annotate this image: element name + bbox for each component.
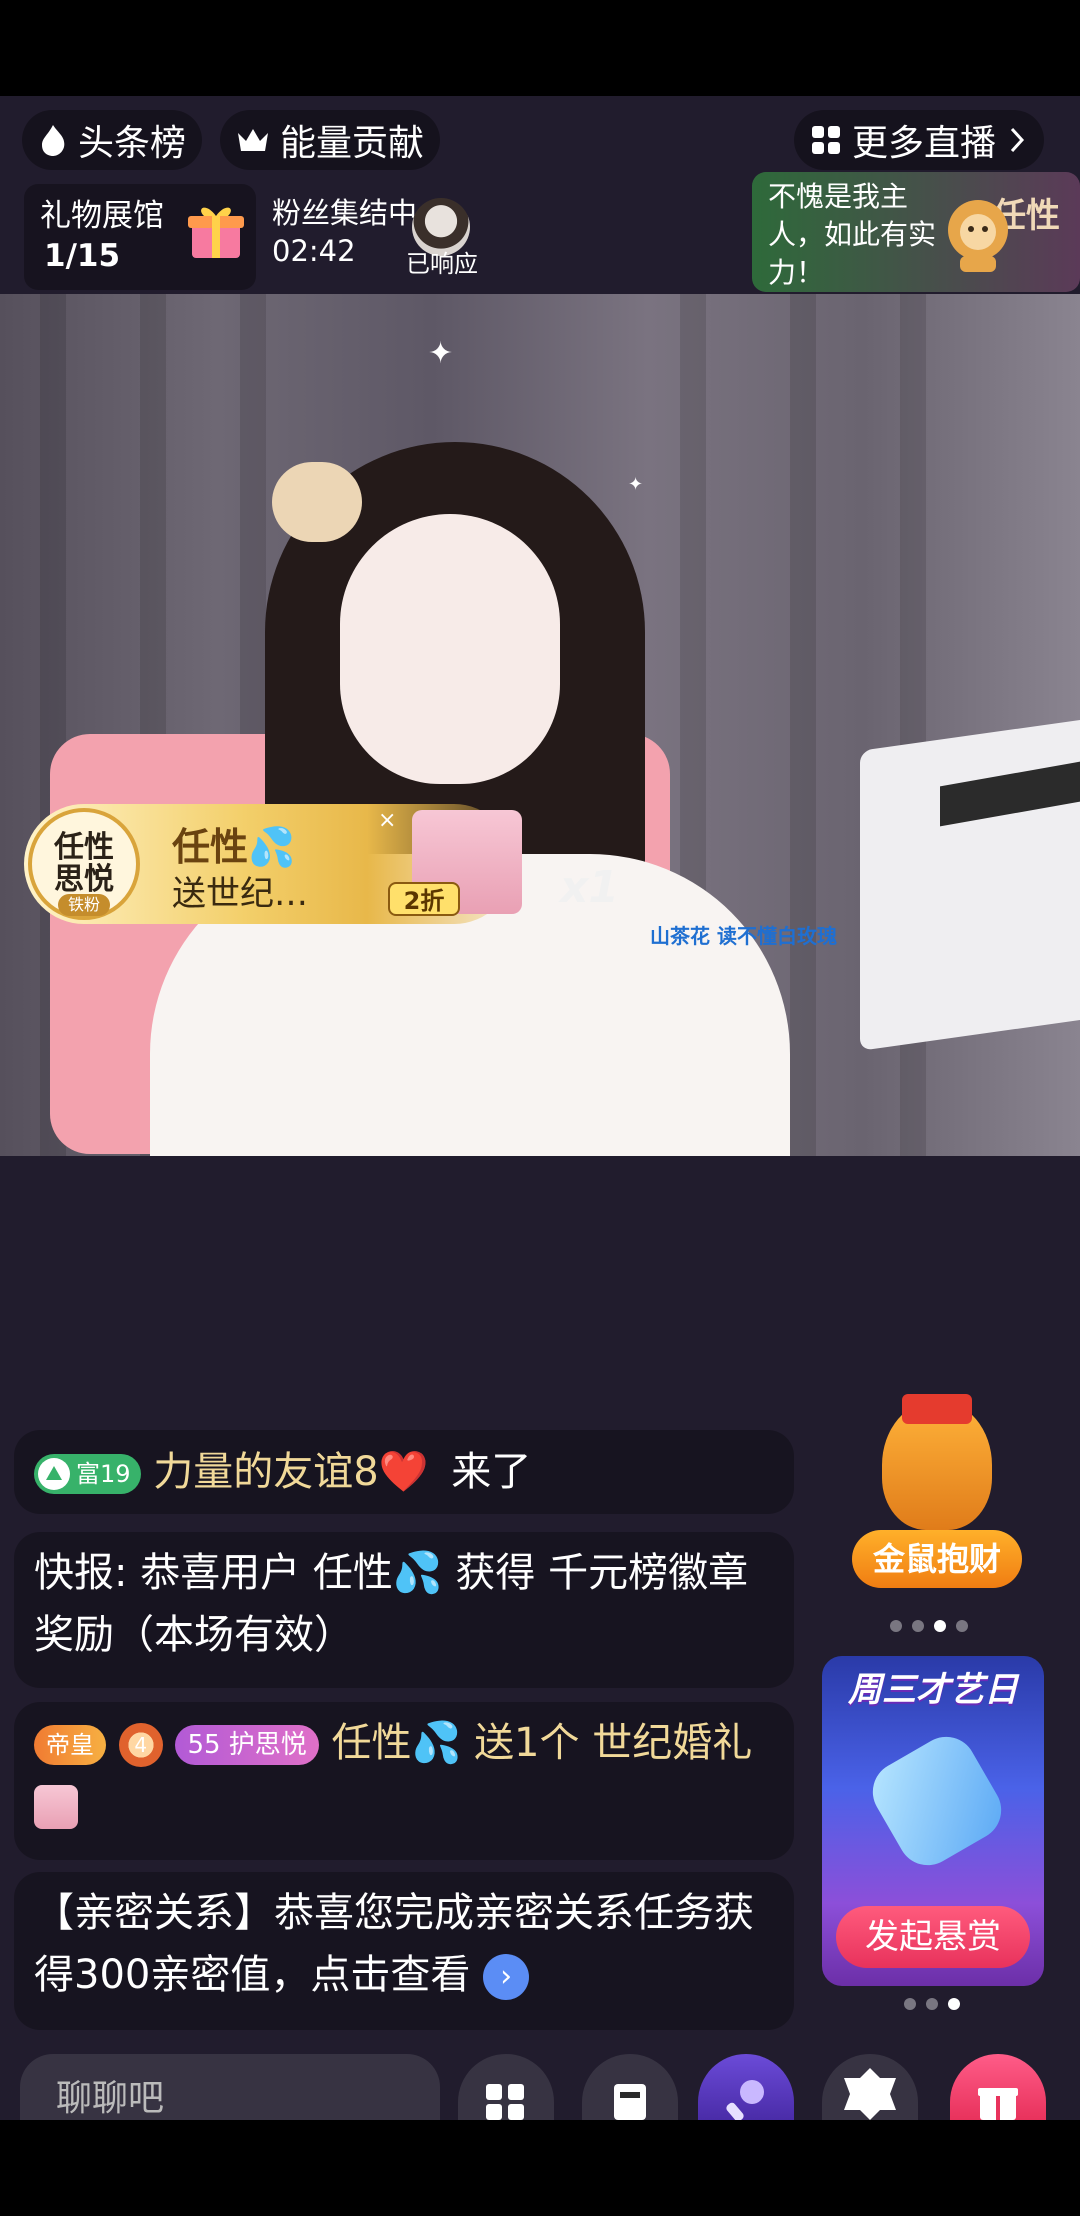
energy-contribution-label: 能量贡献 [280,123,425,164]
grid-icon [812,126,840,154]
fans-gather-button[interactable]: 粉丝集结中 02:42 已响应 [262,184,482,290]
headline-rank-button[interactable]: 头条榜 [22,110,203,170]
more-live-label: 更多直播 [852,123,997,164]
fan-badge-line1: 任性 [54,830,114,865]
carousel-dot [934,1620,946,1632]
live-video[interactable]: ✦ ✦ 任性 思悦 铁粉 任性💦 送世纪… × 2折 x1 山茶花 读不懂白玫瑰 [0,294,1080,1156]
carousel-dots [904,1998,960,2010]
fan-badge-line2: 思悦 [54,862,114,897]
chat-message[interactable]: 【亲密关系】恭喜您完成亲密关系任务获得300亲密值，点击查看 › [14,1872,794,2030]
energy-contribution-button[interactable]: 能量贡献 [220,110,441,170]
carousel-dot [904,1998,916,2010]
microphone-icon [861,1725,1013,1877]
talent-day-title: 周三才艺日 [848,1670,1018,1710]
carousel-dot [926,1998,938,2010]
fan-club-button[interactable] [822,2054,918,2120]
comment-bubble-text: 不愧是我主人，如此有实力！ [768,180,937,289]
crown-icon [238,129,268,151]
headline-rank-label: 头条榜 [78,123,187,164]
carousel-dot [890,1620,902,1632]
carousel-dots [890,1620,968,1632]
gift-sender: 任性💦 [172,825,296,869]
fan-badge-icon [844,2068,896,2120]
gift-button[interactable] [950,2054,1046,2120]
grid-icon [486,2084,524,2120]
streamer-face [340,514,560,784]
live-room: 头条榜 能量贡献 更多直播 礼物展馆 1/15 粉丝集结中 02:42 已响应 … [0,96,1080,2120]
comment-bubble[interactable]: 不愧是我主人，如此有实力！ 任性 [752,172,1080,292]
intimacy-notice: 【亲密关系】恭喜您完成亲密关系任务获得300亲密值，点击查看 [34,1890,754,1998]
gift-hall-count: 1/15 [44,238,121,274]
bear-hairclip [272,462,362,542]
chat-user: 任性💦 [331,1720,462,1766]
microphone-icon [726,2080,764,2120]
emperor-badge: 帝皇 [34,1725,106,1765]
video-caption: 山茶花 读不懂白玫瑰 [650,924,837,948]
chat-message[interactable]: 快报: 恭喜用户 任性💦 获得 千元榜徽章奖励（本场有效） [14,1532,794,1688]
carousel-dot [956,1620,968,1632]
flame-icon [42,125,65,156]
guard-badge: 55 护思悦 [175,1725,319,1765]
crown-icon [902,1394,972,1424]
gift-multiplier: x1 [560,862,619,913]
sparkle-icon: ✦ [428,336,454,371]
close-icon[interactable]: × [378,808,396,833]
save-button[interactable] [582,2054,678,2120]
gift-hall-button[interactable]: 礼物展馆 1/15 [24,184,256,290]
fans-gather-title: 粉丝集结中 [272,196,418,230]
more-live-button[interactable]: 更多直播 [794,110,1045,170]
top-bar: 头条榜 能量贡献 更多直播 [0,96,1080,180]
guard-badge-number: 55 [187,1730,221,1760]
level-round-badge: 4 [118,1723,163,1767]
wealth-level-badge: 富19 [34,1454,141,1494]
chat-user: 力量的友谊8❤️ [153,1449,429,1495]
chat-message[interactable]: 帝皇 4 55 护思悦 任性💦 送1个 世纪婚礼 [14,1702,794,1860]
bottom-bar: 聊聊吧 [0,2054,1080,2120]
fans-gather-timer: 02:42 [272,234,356,268]
chat-input-placeholder: 聊聊吧 [56,2078,165,2119]
document-icon [614,2084,646,2120]
chat-action: 送1个 [474,1720,580,1766]
sparkle-icon: ✦ [628,474,644,495]
lion-icon [948,200,1008,272]
gift-icon [978,2088,1018,2120]
wealth-level-text: 富19 [76,1460,131,1488]
chevron-right-icon[interactable]: › [483,1954,530,2000]
carousel-dot [948,1998,960,2010]
fan-badge-tag: 铁粉 [58,894,110,916]
curtain-fold [790,294,816,1156]
level-icon [38,1458,70,1490]
chevron-right-icon [1010,127,1025,153]
fan-badge: 任性 思悦 铁粉 [28,808,140,920]
gift-text: 送世纪… [172,874,308,914]
discount-badge: 2折 [388,882,460,916]
more-grid-button[interactable] [458,2054,554,2120]
gift-hall-title: 礼物展馆 [40,198,164,234]
chat-input[interactable]: 聊聊吧 [20,2054,440,2120]
wedding-gift-icon [34,1785,78,1829]
guard-badge-label: 护思悦 [228,1730,307,1760]
carousel-dot [912,1620,924,1632]
chat-action: 来了 [451,1449,532,1495]
fans-gather-responded: 已响应 [406,250,478,278]
talent-reward-widget[interactable]: 周三才艺日 发起悬赏 [822,1656,1044,1986]
sing-button[interactable] [698,2054,794,2120]
golden-mouse-widget[interactable]: 金鼠抱财 [852,1394,1022,1620]
chat-announcement: 快报: 恭喜用户 任性💦 获得 千元榜徽章奖励（本场有效） [34,1550,749,1658]
gift-banner[interactable]: 任性 思悦 铁粉 任性💦 送世纪… × 2折 [24,804,522,924]
golden-mouse-label: 金鼠抱财 [852,1530,1022,1588]
gift-box-icon [188,207,244,258]
info-row: 礼物展馆 1/15 粉丝集结中 02:42 已响应 不愧是我主人，如此有实力！ … [0,172,1080,294]
chat-gift-name: 世纪婚礼 [592,1720,753,1766]
chat-message[interactable]: 富19 力量的友谊8❤️ 来了 [14,1430,794,1514]
start-reward-button[interactable]: 发起悬赏 [836,1906,1030,1968]
